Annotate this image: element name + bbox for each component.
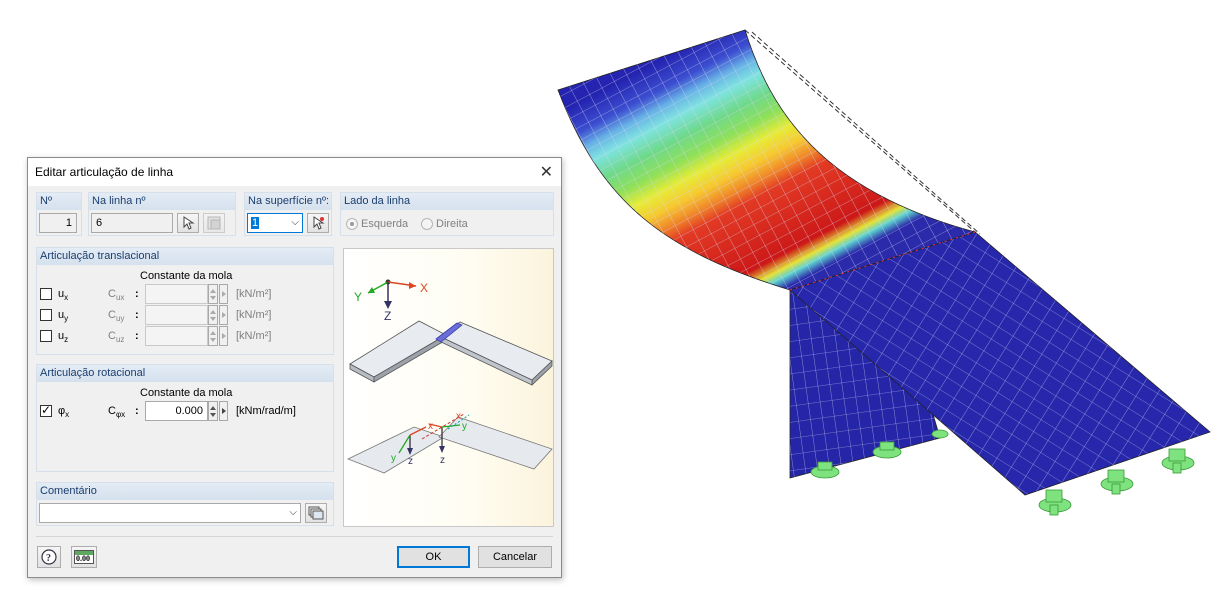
help-button[interactable]: ? (37, 546, 61, 568)
edit-line-hinge-dialog: Editar articulação de linha ✕ Nº 1 Na li… (27, 157, 562, 578)
cphix-field[interactable]: 0.000 (145, 401, 208, 421)
global-z-axis-label: Z (384, 309, 391, 323)
structural-model-render (557, 29, 1211, 516)
local-x-axis-label-2: x (456, 411, 461, 422)
translational-spring-header: Constante da mola (140, 270, 233, 282)
uz-checkbox[interactable] (40, 330, 52, 342)
rotational-hinge-group: Articulação rotacional Constante da mola… (36, 364, 334, 472)
support-icon (931, 429, 949, 439)
cuz-spinner[interactable] (208, 326, 218, 346)
line-side-group: Lado da linha Esquerda Direita (340, 192, 554, 236)
rotational-hinge-label: Articulação rotacional (37, 365, 333, 382)
uz-label: uz (58, 330, 69, 345)
global-y-axis-label: Y (354, 290, 362, 304)
comment-group: Comentário ⌵ (36, 482, 334, 526)
pick-surface-button[interactable] (307, 213, 329, 233)
comment-dropdown[interactable]: ⌵ (39, 503, 301, 523)
cancel-button[interactable]: Cancelar (478, 546, 552, 568)
translational-hinge-label: Articulação translacional (37, 248, 333, 265)
side-left-label: Esquerda (361, 218, 409, 230)
grid-select-icon (207, 216, 221, 230)
units-icon-text: 0.00 (76, 554, 90, 563)
support-icon (1161, 448, 1195, 474)
cuz-unit: [kN/m²] (236, 330, 272, 342)
ok-button[interactable]: OK (397, 546, 470, 568)
cux-spinner[interactable] (208, 284, 218, 304)
footer-divider (36, 536, 553, 537)
surface-number-dropdown[interactable]: 1 ⌵ (247, 213, 303, 233)
local-z-axis-label-1: z (408, 456, 413, 467)
cux-label: Cux (108, 288, 125, 303)
dialog-titlebar: Editar articulação de linha ✕ (28, 158, 561, 186)
cphix-label: Cφx (108, 405, 126, 420)
cuz-field[interactable] (145, 326, 208, 346)
folded-plates-3d-icon (349, 320, 553, 386)
cuy-colon: : (135, 309, 139, 321)
help-icon: ? (41, 549, 57, 565)
hinge-local-axes-icon (347, 413, 553, 474)
cux-field[interactable] (145, 284, 208, 304)
cphix-menu-button[interactable] (219, 401, 228, 421)
line-group: Na linha nº 6 (88, 192, 236, 236)
local-x-axis-label-1: x (428, 421, 433, 432)
cuy-label: Cuy (108, 309, 125, 324)
global-axes-icon (367, 279, 417, 309)
cphix-spinner[interactable] (208, 401, 218, 421)
comment-library-icon (308, 506, 324, 520)
select-lines-button[interactable] (203, 213, 225, 233)
uy-checkbox[interactable] (40, 309, 52, 321)
support-icon (1038, 489, 1072, 516)
line-number-field[interactable]: 6 (91, 213, 173, 233)
ux-checkbox[interactable] (40, 288, 52, 300)
phix-label: φx (58, 405, 70, 420)
units-button[interactable]: 0.00 (71, 546, 97, 568)
chevron-down-icon: ⌵ (291, 217, 299, 228)
cuy-field[interactable] (145, 305, 208, 325)
cux-unit: [kN/m²] (236, 288, 272, 300)
surface-group: Na superfície nº: 1 ⌵ (244, 192, 332, 236)
cuz-colon: : (135, 330, 139, 342)
cux-menu-button[interactable] (219, 284, 228, 304)
line-side-label: Lado da linha (341, 193, 553, 210)
uy-label: uy (58, 309, 69, 324)
side-right-radio[interactable] (421, 218, 433, 230)
comment-library-button[interactable] (305, 503, 327, 523)
number-field[interactable]: 1 (39, 213, 77, 233)
cuy-menu-button[interactable] (219, 305, 228, 325)
number-label: Nº (37, 193, 81, 210)
surface-number-label: Na superfície nº: (245, 193, 331, 210)
side-right-label: Direita (436, 218, 468, 230)
rotational-spring-header: Constante da mola (140, 387, 233, 399)
cuz-label: Cuz (108, 330, 125, 345)
cursor-pick-icon (183, 216, 195, 230)
global-x-axis-label: X (420, 281, 428, 295)
number-group: Nº 1 (36, 192, 82, 236)
hinge-preview-image: X Y Z y z x z y x (343, 248, 554, 527)
cuz-menu-button[interactable] (219, 326, 228, 346)
deformed-shell-surface (557, 29, 977, 291)
cphix-unit: [kNm/rad/m] (236, 405, 296, 417)
phix-checkbox[interactable] (40, 403, 52, 417)
pick-line-button[interactable] (177, 213, 199, 233)
dialog-title: Editar articulação de linha (35, 165, 174, 179)
cuy-unit: [kN/m²] (236, 309, 272, 321)
translational-hinge-group: Articulação translacional Constante da m… (36, 247, 334, 355)
units-icon: 0.00 (74, 550, 94, 564)
local-y-axis-label-1: y (391, 453, 396, 464)
chevron-down-icon: ⌵ (289, 507, 297, 518)
local-z-axis-label-2: z (440, 455, 445, 466)
cuy-spinner[interactable] (208, 305, 218, 325)
side-left-radio[interactable] (346, 218, 358, 230)
cursor-pick-icon (313, 216, 325, 230)
cphix-colon: : (135, 405, 139, 417)
support-icon (1100, 469, 1134, 495)
surface-number-value: 1 (251, 217, 260, 229)
ux-label: ux (58, 288, 69, 303)
hinge-preview-drawing: X Y Z y z x z y x (347, 279, 553, 474)
cux-colon: : (135, 288, 139, 300)
local-y-axis-label-2: y (462, 421, 467, 432)
svg-text:?: ? (46, 553, 51, 564)
line-number-label: Na linha nº (89, 193, 235, 210)
comment-label: Comentário (37, 483, 333, 500)
